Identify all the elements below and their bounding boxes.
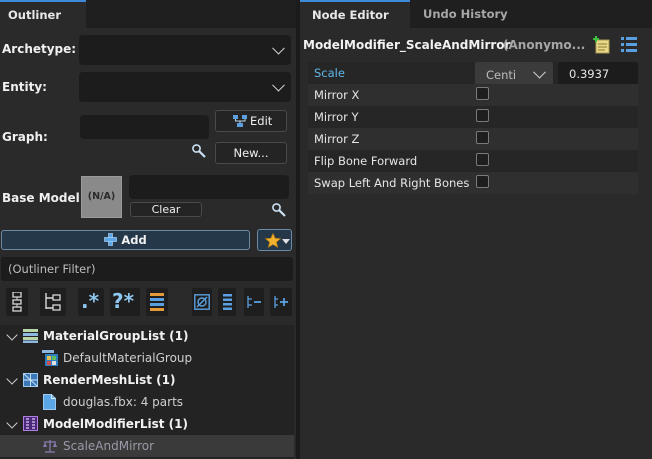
- list-view-tool[interactable]: [218, 288, 236, 316]
- scale-value: 0.3937: [569, 67, 610, 81]
- chevron-down-icon[interactable]: [6, 373, 18, 385]
- file-icon: [43, 394, 56, 410]
- graph-field[interactable]: [80, 115, 209, 139]
- property-row-mirror-y: Mirror Y: [308, 106, 638, 128]
- base-model-label: Base Model:: [2, 191, 85, 205]
- chevron-down-icon: [533, 65, 546, 79]
- expand-all-tool[interactable]: [270, 288, 292, 316]
- tree-row-scale-and-mirror[interactable]: ScaleAndMirror: [0, 435, 294, 457]
- tree-hierarchy-tool[interactable]: [6, 288, 28, 316]
- graph-edit-icon: [232, 114, 248, 128]
- entity-dropdown[interactable]: [79, 72, 291, 102]
- question-star-icon: ?*: [112, 289, 135, 313]
- chevron-down-icon[interactable]: [6, 329, 18, 341]
- property-row-swap-bones: Swap Left And Right Bones: [308, 172, 638, 194]
- tree-row-label: DefaultMaterialGroup: [63, 351, 193, 365]
- scale-value-input[interactable]: 0.3937: [558, 62, 638, 85]
- render-mesh-list-icon: [23, 373, 38, 387]
- scale-unit-dropdown[interactable]: Centi: [475, 62, 553, 86]
- star-icon: [265, 233, 281, 248]
- add-button-label: Add: [121, 233, 147, 247]
- add-note-icon[interactable]: [592, 36, 610, 54]
- null-filter-icon: [194, 294, 210, 310]
- mirror-y-checkbox[interactable]: [476, 109, 489, 122]
- chevron-down-icon: [272, 78, 285, 92]
- plus-icon: [104, 233, 118, 246]
- swap-bones-checkbox[interactable]: [476, 175, 489, 188]
- property-label: Swap Left And Right Bones: [314, 176, 470, 190]
- material-group-list-icon: [23, 329, 38, 343]
- wildcard-filter-tool[interactable]: ?*: [110, 288, 140, 316]
- property-label: Mirror Y: [314, 110, 359, 124]
- entity-label: Entity:: [2, 80, 47, 94]
- mirror-x-checkbox[interactable]: [476, 87, 489, 100]
- collapse-icon: [246, 295, 262, 309]
- base-model-thumbnail[interactable]: (N/A): [81, 176, 122, 218]
- tree-flat-tool[interactable]: [40, 288, 66, 316]
- add-button[interactable]: Add: [1, 230, 250, 250]
- sort-tool[interactable]: [146, 288, 168, 316]
- dot-star-icon: .*: [81, 289, 100, 313]
- browse-graph-icon[interactable]: [191, 143, 207, 159]
- archetype-label: Archetype:: [2, 42, 77, 56]
- tree-row-label: ScaleAndMirror: [63, 439, 155, 453]
- edit-graph-button[interactable]: Edit: [215, 110, 287, 132]
- caret-down-icon: [282, 239, 290, 244]
- outliner-filter-input[interactable]: (Outliner Filter): [1, 257, 293, 281]
- tree-row-label: douglas.fbx: 4 parts: [63, 395, 184, 409]
- tree-row-default-material-group[interactable]: DefaultMaterialGroup: [0, 347, 294, 369]
- expand-icon: [273, 295, 289, 309]
- tab-outliner[interactable]: Outliner: [0, 0, 86, 28]
- archetype-dropdown[interactable]: [79, 35, 291, 65]
- tab-node-editor[interactable]: Node Editor: [300, 0, 410, 28]
- flat-tree-icon: [44, 292, 62, 312]
- tree-row-model-modifier-list[interactable]: ModelModifierList (1): [0, 413, 294, 435]
- chevron-down-icon[interactable]: [6, 417, 18, 429]
- hide-empty-tool[interactable]: [192, 288, 212, 316]
- browse-model-icon[interactable]: [271, 202, 287, 218]
- filter-placeholder: (Outliner Filter): [8, 262, 96, 276]
- tree-row-douglas-fbx[interactable]: douglas.fbx: 4 parts: [0, 391, 294, 413]
- property-label: Mirror Z: [314, 132, 360, 146]
- property-row-flip-bone-forward: Flip Bone Forward: [308, 150, 638, 172]
- scale-icon: [42, 439, 58, 453]
- favorites-button[interactable]: [257, 229, 292, 251]
- property-label: Flip Bone Forward: [314, 154, 418, 168]
- tree-row-label: RenderMeshList (1): [43, 373, 176, 387]
- property-row-mirror-z: Mirror Z: [308, 128, 638, 150]
- model-modifier-list-icon: [23, 416, 38, 431]
- mirror-z-checkbox[interactable]: [476, 131, 489, 144]
- hierarchy-icon: [10, 292, 24, 312]
- new-graph-button[interactable]: New...: [215, 142, 287, 164]
- clear-base-model-button[interactable]: Clear: [130, 202, 202, 217]
- tab-undo-history[interactable]: Undo History: [412, 0, 522, 28]
- scale-label: Scale: [314, 66, 345, 80]
- base-model-field[interactable]: [129, 175, 289, 199]
- material-group-icon: [42, 350, 58, 366]
- tree-row-render-mesh-list[interactable]: RenderMeshList (1): [0, 369, 294, 391]
- flip-bone-forward-checkbox[interactable]: [476, 153, 489, 166]
- property-row-mirror-x: Mirror X: [308, 84, 638, 106]
- scale-unit-value: Centi: [486, 68, 517, 82]
- property-label: Mirror X: [314, 88, 360, 102]
- edit-button-label: Edit: [250, 114, 273, 128]
- property-list-icon[interactable]: [620, 36, 638, 54]
- graph-label: Graph:: [2, 130, 48, 144]
- tree-row-material-group-list[interactable]: MaterialGroupList (1): [0, 325, 294, 347]
- tree-row-label: ModelModifierList (1): [43, 417, 189, 431]
- list-icon: [223, 294, 232, 310]
- regex-filter-tool[interactable]: .*: [78, 288, 104, 316]
- chevron-down-icon: [272, 41, 285, 55]
- node-title: ModelModifier_ScaleAndMirror: [303, 38, 511, 52]
- left-tab-bar: Outliner: [0, 0, 296, 30]
- collapse-all-tool[interactable]: [244, 288, 264, 316]
- sort-list-icon: [150, 293, 164, 311]
- tree-row-label: MaterialGroupList (1): [43, 329, 189, 343]
- node-subtitle: (Anonymo...: [503, 38, 586, 52]
- right-tab-bar: Node Editor Undo History: [300, 0, 652, 30]
